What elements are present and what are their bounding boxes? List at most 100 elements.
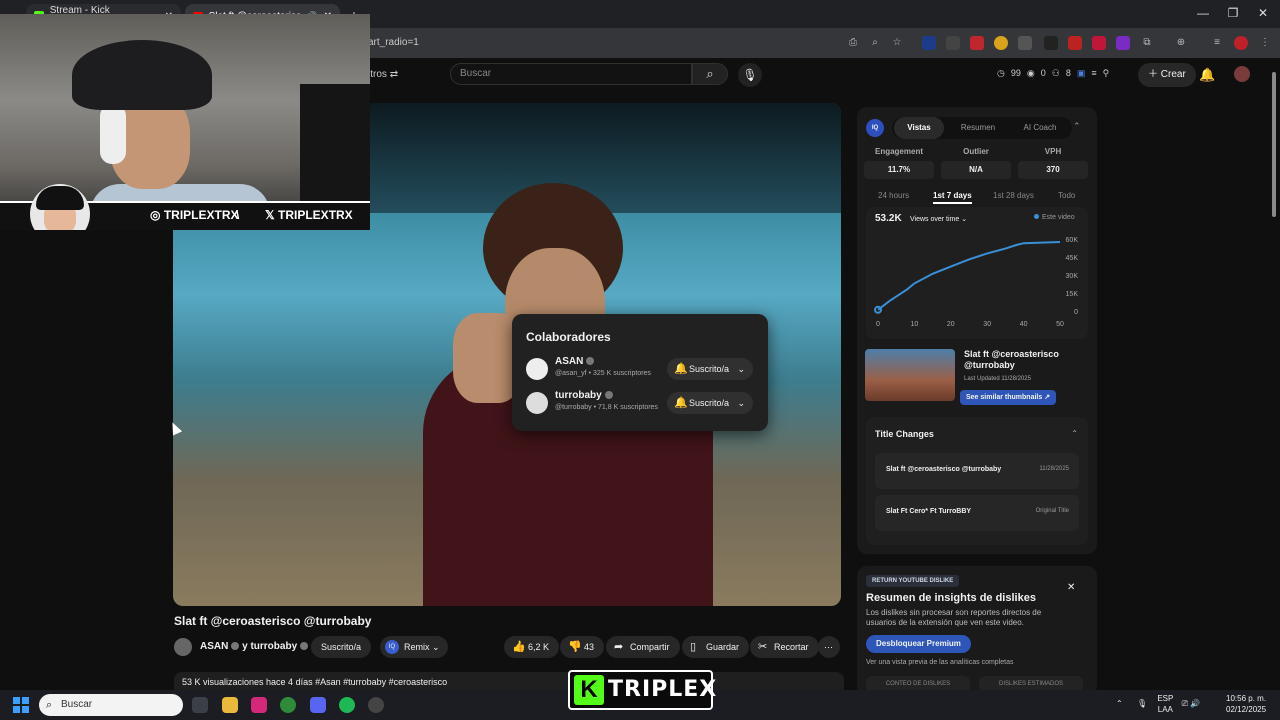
- app-icon[interactable]: [368, 697, 384, 713]
- zoom-icon[interactable]: ⌕: [868, 36, 882, 50]
- dislike-button[interactable]: 👎 43: [560, 636, 605, 658]
- share-button[interactable]: ➦ Compartir: [606, 636, 680, 658]
- subscribed-button[interactable]: 🔔 Suscrito/a ⌄: [667, 358, 753, 380]
- collaborator-row: turrobaby @turrobaby • 71,8 K suscriptor…: [526, 390, 756, 418]
- iq-icon: IQ: [385, 640, 399, 654]
- chart-mode-dropdown[interactable]: Views over time ⌄: [910, 215, 967, 223]
- menu-dots-icon[interactable]: ⋮: [1258, 36, 1272, 50]
- mic-icon[interactable]: 🎙: [1137, 699, 1147, 708]
- profile-sync-icon[interactable]: ⊕: [1174, 36, 1188, 50]
- taskbar-search-input[interactable]: ⌕ Buscar: [39, 694, 183, 716]
- unlock-premium-button[interactable]: Desbloquear Premium: [866, 635, 971, 653]
- search-button[interactable]: ⌕: [692, 63, 728, 85]
- extension-icon[interactable]: [994, 36, 1008, 50]
- extension-icon[interactable]: [1116, 36, 1130, 50]
- like-button[interactable]: 👍 6,2 K: [504, 636, 560, 658]
- minimize-button[interactable]: —: [1188, 6, 1218, 20]
- channel-text: ASAN: [200, 641, 229, 652]
- ryd-title: Resumen de insights de dislikes: [866, 592, 1036, 604]
- lang-bottom: LAA: [1157, 705, 1173, 714]
- taskbar-clock[interactable]: 10:56 p. m. 02/12/2025: [1226, 693, 1266, 715]
- range-1st-28-days[interactable]: 1st 28 days: [993, 191, 1034, 200]
- collaborator-name[interactable]: ASAN: [555, 356, 595, 367]
- metric-label: VPH: [1044, 147, 1062, 156]
- remix-button[interactable]: IQ Remix ⌄: [380, 636, 448, 658]
- collaborator-name[interactable]: turrobaby: [555, 390, 613, 401]
- file-explorer-icon[interactable]: [222, 697, 238, 713]
- media-control-icon[interactable]: ≡: [1210, 36, 1224, 50]
- related-thumbnail[interactable]: [865, 349, 955, 401]
- bell-icon: 🔔: [674, 363, 688, 375]
- channel-name[interactable]: ASAN y turrobaby: [200, 641, 309, 652]
- extension-icon[interactable]: [946, 36, 960, 50]
- voice-search-button[interactable]: 🎙: [738, 63, 762, 87]
- avatar[interactable]: [526, 392, 548, 414]
- notifications-bell-icon[interactable]: 🔔: [1199, 67, 1215, 83]
- avatar[interactable]: [526, 358, 548, 380]
- extension-icon[interactable]: [922, 36, 936, 50]
- close-icon[interactable]: ✕: [1067, 582, 1075, 593]
- x-tick-label: 30: [983, 321, 991, 328]
- install-icon[interactable]: ⎙: [846, 36, 860, 50]
- chrome-icon[interactable]: [280, 697, 296, 713]
- avatar[interactable]: [174, 638, 192, 656]
- chevron-up-icon[interactable]: ⌃: [1116, 699, 1123, 708]
- clip-button[interactable]: ✂ Recortar: [750, 636, 819, 658]
- return-youtube-dislike-panel: RETURN YOUTUBE DISLIKE ✕ Resumen de insi…: [857, 566, 1097, 696]
- see-similar-thumbnails-button[interactable]: See similar thumbnails ↗: [960, 390, 1057, 405]
- extensions-puzzle-icon[interactable]: ⧉: [1140, 36, 1154, 50]
- list-icon[interactable]: ≡: [1091, 68, 1096, 79]
- subscribed-button[interactable]: Suscrito/a: [311, 636, 372, 658]
- extension-icon[interactable]: [1044, 36, 1058, 50]
- language-indicator[interactable]: ESP LAA: [1157, 693, 1173, 715]
- extension-icon[interactable]: [1018, 36, 1032, 50]
- avatar[interactable]: [1234, 66, 1250, 82]
- title-change-text: Slat Ft Cero* Ft TurroBBY: [886, 508, 972, 515]
- chart-svg: 60K 45K 30K 15K 0 0 10 20 30 40 50: [874, 237, 1078, 328]
- volume-icon[interactable]: 🔊: [1190, 699, 1200, 708]
- range-todo[interactable]: Todo: [1058, 191, 1075, 200]
- spotify-icon[interactable]: [339, 697, 355, 713]
- extension-icon[interactable]: [970, 36, 984, 50]
- chevron-up-icon[interactable]: ⌃: [1071, 429, 1078, 438]
- x-tick-label: 20: [947, 321, 955, 328]
- tab-vistas[interactable]: Vistas: [894, 117, 944, 139]
- title-change-row: Slat ft @ceroasterisco @turrobaby 11/28/…: [875, 453, 1079, 489]
- chevron-up-icon[interactable]: ⌃: [1073, 121, 1081, 132]
- page-scrollbar[interactable]: [1270, 60, 1278, 690]
- windows-start-icon[interactable]: [13, 697, 29, 713]
- close-window-button[interactable]: ✕: [1248, 6, 1278, 20]
- profile-icon[interactable]: [1234, 36, 1248, 50]
- chart-mode-label: Views over time: [910, 216, 960, 223]
- range-24-hours[interactable]: 24 hours: [878, 191, 909, 200]
- collaborator-subtitle: @asan_yf • 325 K suscriptores: [555, 370, 651, 377]
- search-input[interactable]: Buscar: [450, 63, 692, 85]
- network-icon[interactable]: ⎚: [1182, 699, 1188, 708]
- legend-label: Este video: [1042, 214, 1075, 221]
- maximize-button[interactable]: ❐: [1218, 6, 1248, 20]
- pin-icon[interactable]: ⚲: [1103, 68, 1110, 79]
- bookmark-star-icon[interactable]: ☆: [890, 36, 904, 50]
- verified-icon: [300, 642, 309, 651]
- more-actions-button[interactable]: ⋯: [818, 636, 840, 658]
- task-view-icon[interactable]: [192, 697, 208, 713]
- dislike-count: 43: [584, 642, 595, 652]
- url-field[interactable]: art_radio=1: [360, 32, 830, 54]
- extension-icon[interactable]: [1092, 36, 1106, 50]
- related-title[interactable]: Slat ft @ceroasterisco @turrobaby: [964, 349, 1084, 371]
- scrollbar-thumb[interactable]: [1272, 72, 1276, 217]
- extension-icon[interactable]: [1068, 36, 1082, 50]
- button-label: Suscrito/a: [689, 398, 730, 408]
- discord-icon[interactable]: [310, 697, 326, 713]
- iq-icon[interactable]: ▣: [1077, 68, 1086, 79]
- instagram-app-icon[interactable]: [251, 697, 267, 713]
- filters-button[interactable]: ltros ⇄: [368, 69, 398, 80]
- range-1st-7-days[interactable]: 1st 7 days: [933, 191, 972, 204]
- tab-resumen[interactable]: Resumen: [950, 117, 1006, 139]
- title-change-date: 11/28/2025: [1039, 466, 1069, 472]
- scissors-icon: ✂: [758, 641, 768, 653]
- create-button[interactable]: ＋ Crear: [1138, 63, 1196, 87]
- subscribed-button[interactable]: 🔔 Suscrito/a ⌄: [667, 392, 753, 414]
- save-button[interactable]: ▯ Guardar: [682, 636, 750, 658]
- tab-ai-coach[interactable]: AI Coach: [1010, 117, 1070, 139]
